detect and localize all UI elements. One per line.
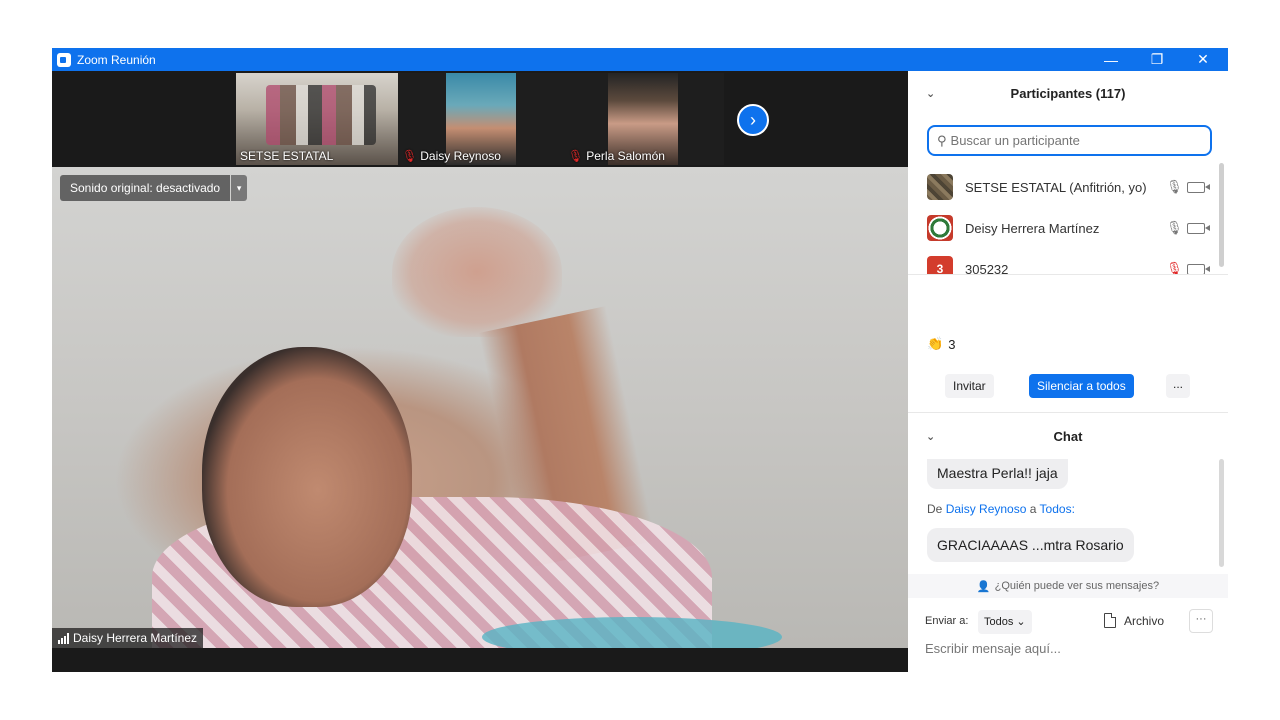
participant-name: 305232 (965, 261, 1009, 275)
thumbnail-name-tag: 🎙 Daisy Reynoso (402, 149, 501, 163)
send-to-dropdown[interactable]: Todos ⌄ (978, 610, 1032, 634)
participants-title: Participantes (117) (1010, 85, 1126, 101)
reaction-counter: 👏 3 (927, 336, 955, 352)
video-thumbnail[interactable]: 🎙 Perla Salomón (564, 73, 724, 165)
chevron-down-icon[interactable]: ⌄ (1016, 616, 1025, 628)
zoom-app-icon (57, 52, 71, 67)
send-to-value[interactable]: Todos (984, 616, 1013, 628)
search-input[interactable] (950, 133, 1191, 148)
send-options-row: Enviar a: Todos ⌄ Archivo ··· (908, 609, 1228, 635)
video-feed (202, 347, 412, 607)
maximize-button[interactable]: ❐ (1134, 48, 1180, 71)
who-can-see-link[interactable]: 👤 ¿Quién puede ver sus mensajes? (908, 574, 1228, 598)
microphone-icon[interactable]: 🎙 (1166, 220, 1183, 236)
speaker-name: Daisy Herrera Martínez (73, 631, 198, 645)
title-bar: Zoom Reunión — ❐ ✕ (52, 48, 1228, 71)
search-icon: ⚲ (937, 132, 947, 148)
reaction-count: 3 (948, 336, 956, 352)
next-page-arrow-icon[interactable]: › (737, 104, 769, 136)
microphone-icon[interactable]: 🎙 (1166, 179, 1183, 195)
participant-name: Deisy Herrera Martínez (965, 220, 1100, 236)
video-thumbnail[interactable]: 🎙 Daisy Reynoso (398, 73, 564, 165)
close-button[interactable]: ✕ (1180, 48, 1226, 71)
video-feed (482, 617, 782, 648)
chat-message-input[interactable] (925, 641, 1215, 656)
clapping-hands-icon: 👏 (927, 336, 944, 351)
avatar (927, 215, 953, 241)
minimize-button[interactable]: — (1088, 48, 1134, 71)
to-prefix: a (1029, 502, 1037, 516)
chat-scrollbar[interactable] (1219, 459, 1224, 567)
mic-muted-icon[interactable]: 🎙 (1166, 261, 1183, 274)
video-bottom-bar (52, 648, 908, 672)
zoom-window: Zoom Reunión — ❐ ✕ SETSE ESTATAL 🎙 Daisy… (52, 48, 1228, 672)
mute-all-button[interactable]: Silenciar a todos (1029, 374, 1134, 398)
thumbnail-strip: SETSE ESTATAL 🎙 Daisy Reynoso 🎙 Perla Sa… (52, 71, 908, 167)
thumbnail-name-tag: 🎙 Perla Salomón (568, 149, 665, 163)
avatar (927, 174, 953, 200)
participant-actions: Invitar Silenciar a todos ... (908, 374, 1228, 398)
participant-name: SETSE ESTATAL (Anfitrión, yo) (965, 179, 1147, 195)
file-icon (1104, 613, 1116, 628)
window-title: Zoom Reunión (77, 52, 156, 67)
participant-row[interactable]: SETSE ESTATAL (Anfitrión, yo) 🎙 (908, 167, 1220, 207)
participant-search[interactable]: ⚲ (927, 125, 1212, 156)
chat-title: Chat (1053, 428, 1083, 444)
speaker-name-tag: Daisy Herrera Martínez (52, 628, 204, 648)
user-icon: 👤 (976, 580, 991, 593)
file-button[interactable]: Archivo (1104, 613, 1164, 628)
video-feed (266, 85, 376, 145)
thumbnail-name: Perla Salomón (586, 149, 665, 163)
video-thumbnail[interactable]: SETSE ESTATAL (236, 73, 398, 165)
chat-more-button[interactable]: ··· (1189, 609, 1213, 633)
who-can-see-label[interactable]: ¿Quién puede ver sus mensajes? (995, 580, 1159, 592)
thumbnail-name: SETSE ESTATAL (240, 149, 334, 163)
mic-muted-icon: 🎙 (568, 149, 584, 163)
from-prefix: De (927, 502, 943, 516)
chat-header: ⌄ Chat (908, 411, 1228, 461)
participant-list: SETSE ESTATAL (Anfitrión, yo) 🎙 Deisy He… (908, 163, 1228, 275)
original-sound-label[interactable]: Sonido original: desactivado (60, 175, 231, 201)
avatar: 3 (927, 256, 953, 274)
participants-header: ⌄ Participantes (117) (908, 71, 1228, 115)
chat-message: GRACIAAAAS ...mtra Rosario (927, 528, 1134, 562)
camera-icon[interactable] (1187, 222, 1210, 234)
chevron-down-icon[interactable]: ▾ (231, 175, 248, 201)
camera-icon[interactable] (1187, 263, 1210, 274)
participant-row[interactable]: Deisy Herrera Martínez 🎙 (908, 208, 1220, 248)
camera-icon[interactable] (1187, 181, 1210, 193)
original-sound-toggle[interactable]: Sonido original: desactivado ▾ (60, 175, 248, 201)
file-label[interactable]: Archivo (1124, 614, 1164, 628)
signal-strength-icon (58, 632, 69, 644)
mic-muted-icon: 🎙 (402, 149, 418, 163)
send-to-label: Enviar a: (925, 615, 969, 627)
video-feed (392, 207, 562, 337)
thumbnail-name-tag: SETSE ESTATAL (240, 149, 333, 163)
participant-list-scrollbar[interactable] (1219, 163, 1224, 267)
active-speaker-video: Sonido original: desactivado ▾ Daisy Her… (52, 167, 908, 648)
side-panel: ⌄ Participantes (117) ⚲ SETSE ESTATAL (A… (908, 71, 1228, 672)
chevron-down-icon[interactable]: ⌄ (926, 87, 935, 100)
chat-messages: Maestra Perla!! jaja De Daisy Reynoso a … (908, 459, 1228, 575)
chat-sender-line: De Daisy Reynoso a Todos: (927, 502, 1075, 516)
invite-button[interactable]: Invitar (945, 374, 994, 398)
chevron-down-icon[interactable]: ⌄ (926, 430, 935, 443)
chat-message: Maestra Perla!! jaja (927, 459, 1068, 489)
video-area: SETSE ESTATAL 🎙 Daisy Reynoso 🎙 Perla Sa… (52, 71, 908, 672)
thumbnail-name: Daisy Reynoso (420, 149, 501, 163)
sender-name[interactable]: Daisy Reynoso (946, 502, 1027, 516)
more-options-button[interactable]: ... (1166, 374, 1190, 398)
participant-row[interactable]: 3 305232 🎙 (908, 249, 1220, 275)
recipient-name[interactable]: Todos: (1040, 502, 1075, 516)
